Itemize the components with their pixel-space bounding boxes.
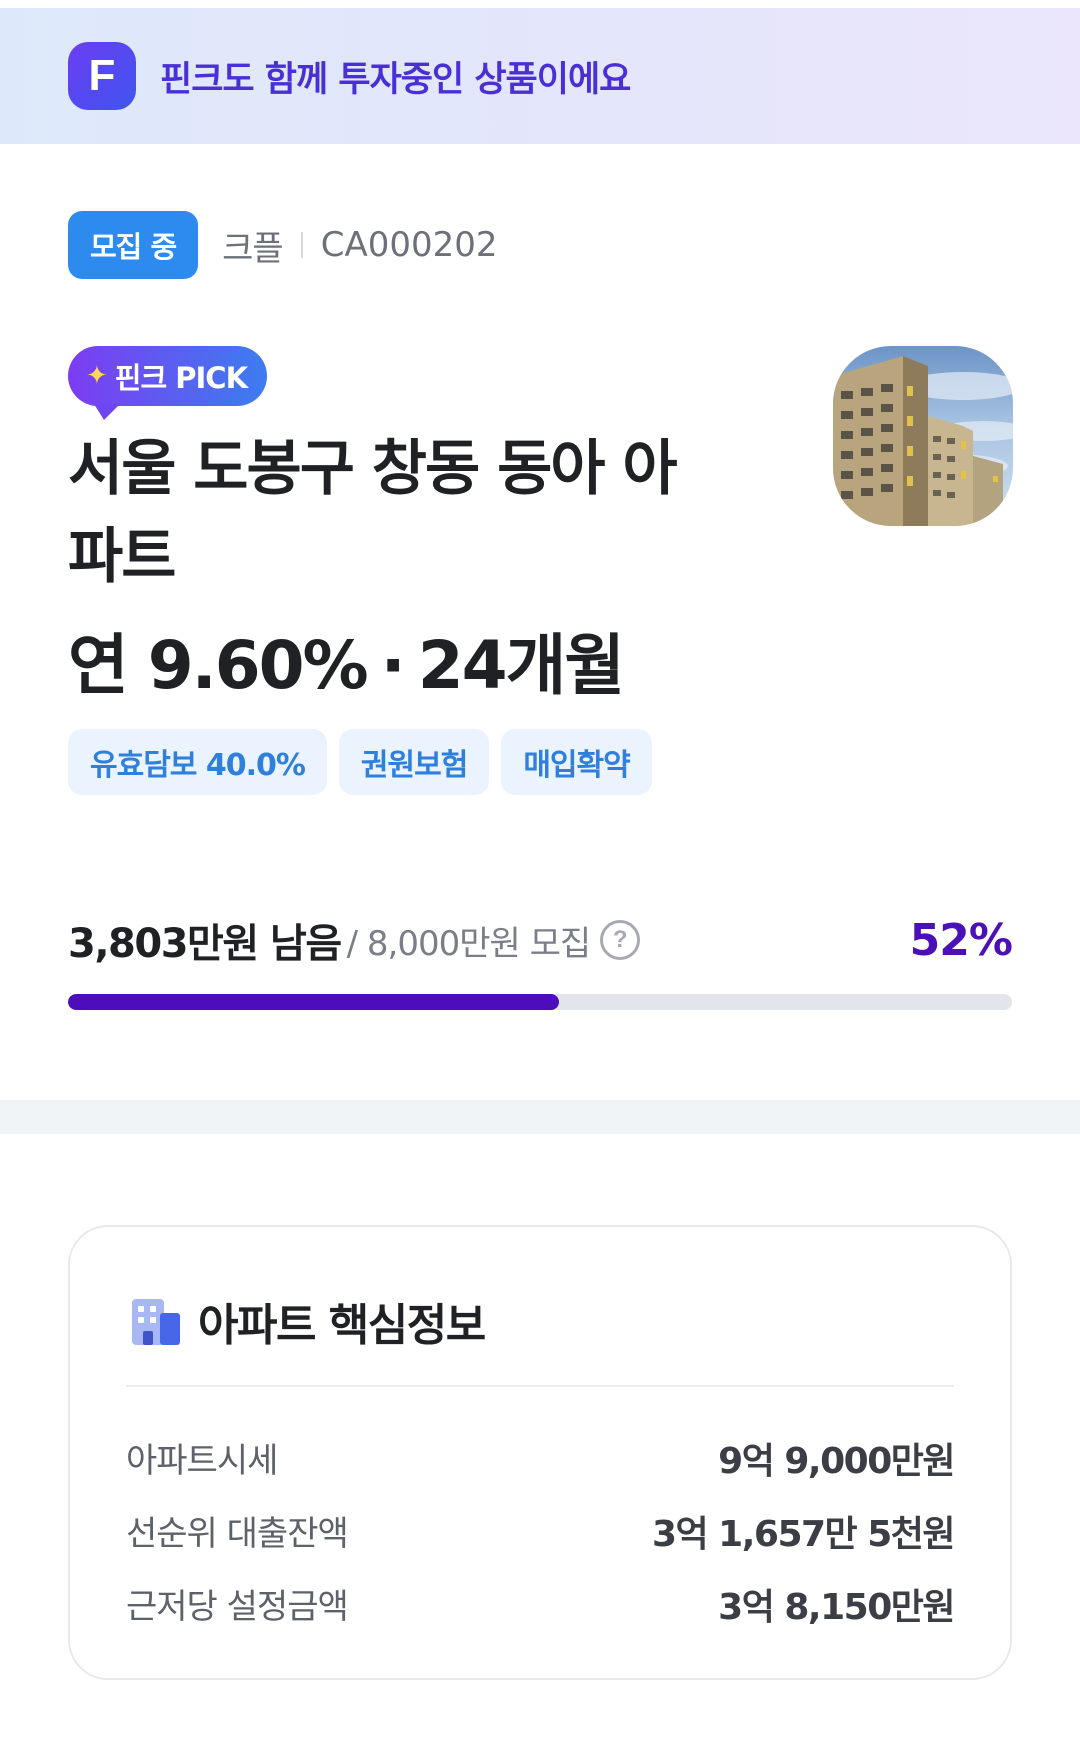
status-divider: [300, 232, 303, 258]
feature-chips: 유효담보 40.0% 권원보험 매입확약: [68, 729, 652, 795]
info-row-market-price: 아파트시세 9억 9,000만원: [126, 1421, 955, 1494]
building-icon: [128, 1293, 184, 1349]
pick-tag: ✦ 핀크 PICK: [68, 346, 268, 420]
info-label: 선순위 대출잔액: [126, 1514, 349, 1554]
info-label: 근저당 설정금액: [126, 1587, 349, 1627]
funding-status: 3,803만원 남음 / 8,000만원 모집 ? 52%: [68, 910, 1013, 970]
info-value: 3억 8,150만원: [718, 1586, 955, 1628]
apartment-building-image: [833, 356, 1013, 526]
section-divider: [0, 1100, 1080, 1134]
company-name: 크플: [222, 228, 284, 269]
funding-progress-fill: [68, 994, 559, 1010]
info-label: 아파트시세: [126, 1441, 278, 1481]
rate-period: 연 9.60% · 24개월: [68, 612, 625, 708]
funding-goal: / 8,000만원 모집: [346, 923, 592, 964]
invest-banner[interactable]: F 핀크도 함께 투자중인 상품이에요: [0, 8, 1080, 144]
card-title: 아파트 핵심정보: [198, 1300, 486, 1351]
product-title: 서울 도봉구 창동 동아 아파트: [68, 434, 678, 592]
rate-separator: ·: [380, 627, 406, 704]
funding-percent: 52%: [909, 914, 1013, 966]
banner-text: 핀크도 함께 투자중인 상품이에요: [160, 59, 631, 100]
chip-purchase-commitment[interactable]: 매입확약: [501, 729, 652, 795]
info-row-senior-loan: 선순위 대출잔액 3억 1,657만 5천원: [126, 1494, 956, 1567]
pick-tag-label: 핀크 PICK: [114, 361, 248, 395]
status-row: 모집 중 크플 CA000202: [68, 211, 498, 279]
help-icon[interactable]: ?: [600, 920, 641, 960]
magic-wand-icon: ✦: [86, 361, 108, 391]
info-value: 9억 9,000만원: [718, 1440, 955, 1482]
card-divider: [126, 1385, 954, 1387]
apartment-info-card: 아파트 핵심정보 아파트시세 9억 9,000만원 선순위 대출잔액 3억 1,…: [68, 1225, 1012, 1680]
investment-period: 24개월: [417, 627, 625, 704]
info-value: 3억 1,657만 5천원: [651, 1513, 956, 1555]
info-rows: 아파트시세 9억 9,000만원 선순위 대출잔액 3억 1,657만 5천원 …: [126, 1421, 956, 1640]
chip-title-insurance[interactable]: 권원보험: [338, 729, 490, 795]
status-badge: 모집 중: [68, 211, 199, 279]
info-row-mortgage-amount: 근저당 설정금액 3억 8,150만원: [126, 1567, 955, 1640]
card-header: 아파트 핵심정보: [128, 1289, 486, 1353]
fincl-logo-icon: F: [68, 42, 136, 110]
funding-remaining: 3,803만원 남음: [68, 921, 342, 967]
chip-collateral[interactable]: 유효담보 40.0%: [68, 729, 327, 795]
annual-rate: 연 9.60%: [68, 627, 369, 704]
product-code: CA000202: [320, 225, 498, 265]
apartment-thumbnail[interactable]: [833, 346, 1013, 526]
funding-progress-bar: [68, 994, 1012, 1010]
logo-letter: F: [88, 51, 116, 100]
